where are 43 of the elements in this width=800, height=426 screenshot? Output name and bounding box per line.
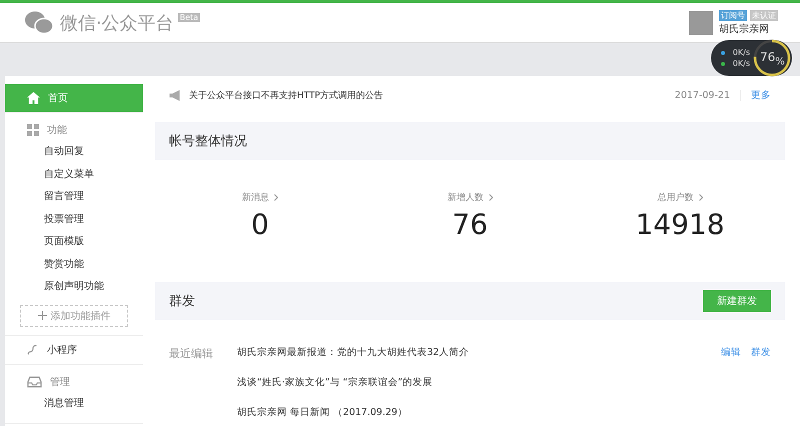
stat-value: 76 — [452, 208, 488, 241]
nav-subitem[interactable]: 原创声明功能 — [5, 276, 143, 298]
beta-badge: Beta — [178, 13, 200, 22]
stat-value: 0 — [251, 208, 269, 241]
section-title: 帐号整体情况 — [169, 133, 247, 150]
nav-group-title: 功能 — [47, 124, 67, 137]
nav-group-title: 管理 — [50, 376, 70, 388]
account-tag: 未认证 — [750, 10, 778, 20]
wechat-logo-icon — [24, 10, 54, 36]
inbox-icon — [27, 376, 42, 388]
draft-title[interactable]: 胡氏宗亲网 每日新闻 （2017.09.29） — [237, 406, 721, 419]
draft-title[interactable]: 浅谈“姓氏·家族文化”与 “宗亲联谊会”的发展 — [237, 376, 721, 389]
avatar-image[interactable] — [689, 10, 713, 34]
chevron-right-icon — [274, 194, 278, 201]
stat-label[interactable]: 总用户数 — [658, 191, 694, 204]
notice-date: 2017-09-21 — [674, 90, 741, 100]
nav-subitem[interactable]: 赞赏功能 — [5, 254, 143, 276]
chevron-right-icon — [488, 194, 492, 201]
stat-label[interactable]: 新增人数 — [448, 191, 484, 204]
stat-label[interactable]: 新消息 — [242, 191, 269, 204]
stat-value: 14918 — [635, 208, 725, 241]
grid-icon — [27, 124, 39, 136]
nav-subitem[interactable]: 自动回复 — [5, 141, 143, 164]
recent-label: 最近编辑 — [169, 346, 214, 362]
nav-subitem[interactable]: 消息管理 — [5, 392, 143, 415]
section-title: 群发 — [169, 293, 195, 310]
percent-reading: 76$_{%}$ — [760, 50, 785, 68]
action-link[interactable]: 编辑 — [721, 346, 741, 359]
notice-link[interactable]: 关于公众平台接口不再支持HTTP方式调用的公告 — [189, 88, 384, 102]
link-icon — [27, 344, 39, 356]
draft-title[interactable]: 胡氏宗亲网最新报道：党的十九大胡姓代表32人简介 — [237, 346, 721, 359]
upload-speed: 0K/s — [720, 48, 750, 57]
nav-subitem[interactable]: 投票管理 — [5, 208, 143, 231]
nav-subitem[interactable]: 自定义菜单 — [5, 164, 143, 186]
home-icon — [27, 92, 40, 104]
account-tag: 订阅号 — [719, 10, 747, 20]
platform-title: 微信·公众平台 — [60, 12, 174, 34]
chevron-right-icon — [698, 194, 702, 201]
nav-subitem[interactable]: 留言管理 — [5, 186, 143, 208]
plus-icon — [38, 311, 46, 320]
account-name[interactable]: 胡氏宗亲网 — [719, 22, 778, 36]
download-speed: 0K/s — [720, 59, 750, 68]
nav-subitem[interactable]: 页面模版 — [5, 231, 143, 254]
